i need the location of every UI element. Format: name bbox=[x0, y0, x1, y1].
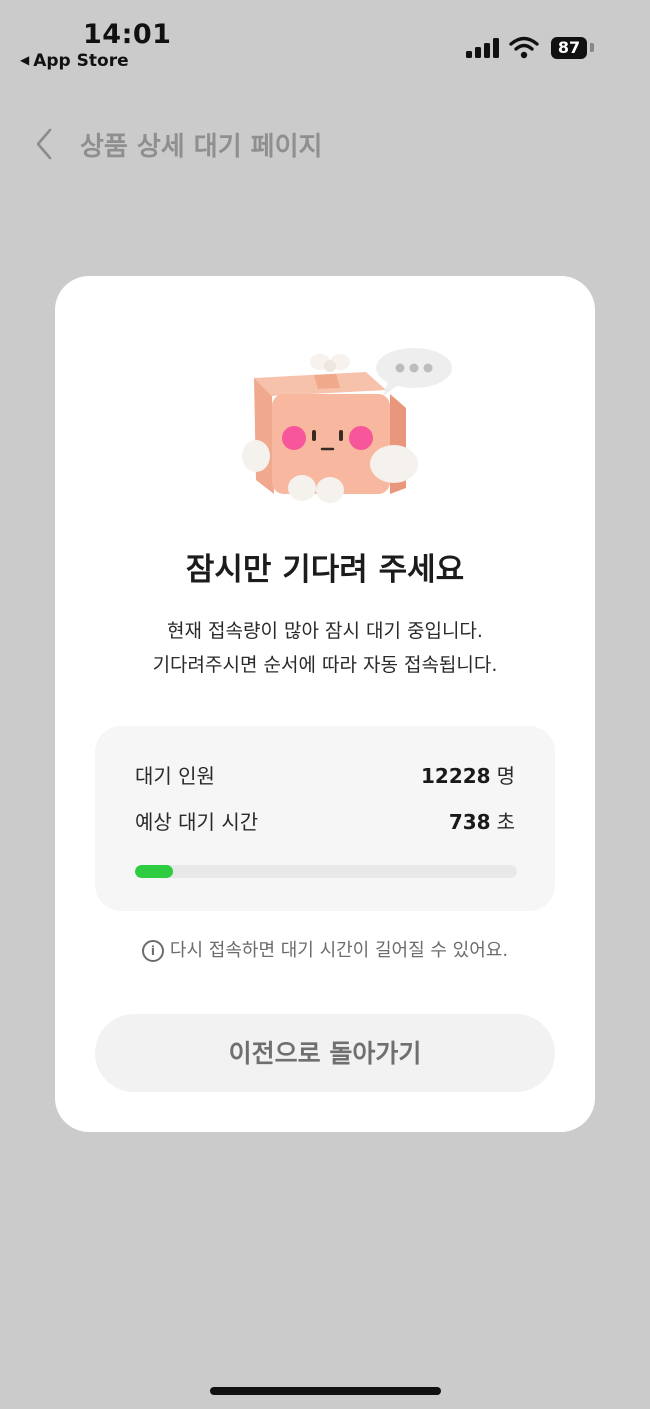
wifi-icon bbox=[509, 36, 539, 59]
back-chevron-icon[interactable] bbox=[26, 122, 66, 166]
queue-count-value: 12228 명 bbox=[421, 764, 515, 788]
status-time: 14:01 bbox=[83, 19, 172, 50]
queue-stats-panel: 대기 인원 12228 명 예상 대기 시간 738 초 bbox=[95, 726, 555, 911]
info-icon: i bbox=[141, 940, 164, 962]
notice-text: 다시 접속하면 대기 시간이 길어질 수 있어요. bbox=[169, 940, 509, 961]
description-line-1: 현재 접속량이 많아 잠시 대기 중입니다. bbox=[167, 620, 483, 642]
go-back-button[interactable]: 이전으로 돌아가기 bbox=[95, 1014, 555, 1092]
queue-progress-fill bbox=[135, 865, 174, 878]
queue-count-row: 대기 인원 12228 명 bbox=[135, 760, 515, 790]
queue-progress-bar bbox=[135, 865, 517, 878]
home-indicator bbox=[210, 1387, 441, 1395]
signal-icon bbox=[466, 38, 500, 58]
header: 상품 상세 대기 페이지 bbox=[0, 110, 650, 180]
reconnect-notice: i 다시 접속하면 대기 시간이 길어질 수 있어요. bbox=[55, 936, 595, 963]
back-app-label: App Store bbox=[33, 51, 129, 71]
back-triangle-icon: ◀ bbox=[20, 53, 30, 67]
back-to-app-link[interactable]: ◀ App Store bbox=[20, 51, 129, 71]
waiting-description: 현재 접속량이 많아 잠시 대기 중입니다. 기다려주시면 순서에 따라 자동 … bbox=[55, 614, 595, 682]
page-title: 상품 상세 대기 페이지 bbox=[80, 132, 323, 162]
battery-nub bbox=[590, 43, 594, 52]
waiting-card: 잠시만 기다려 주세요 현재 접속량이 많아 잠시 대기 중입니다. 기다려주시… bbox=[55, 276, 595, 1132]
battery-level: 87 bbox=[557, 38, 581, 57]
box-mascot-illustration bbox=[242, 348, 452, 503]
wait-time-label: 예상 대기 시간 bbox=[135, 810, 259, 834]
status-bar: 14:01 ◀ App Store 87 bbox=[0, 0, 650, 80]
wait-time-value: 738 초 bbox=[448, 810, 515, 834]
wait-time-row: 예상 대기 시간 738 초 bbox=[135, 806, 515, 836]
battery-icon: 87 bbox=[551, 37, 587, 59]
waiting-title: 잠시만 기다려 주세요 bbox=[185, 552, 465, 588]
queue-count-label: 대기 인원 bbox=[135, 764, 215, 788]
description-line-2: 기다려주시면 순서에 따라 자동 접속됩니다. bbox=[152, 654, 498, 676]
